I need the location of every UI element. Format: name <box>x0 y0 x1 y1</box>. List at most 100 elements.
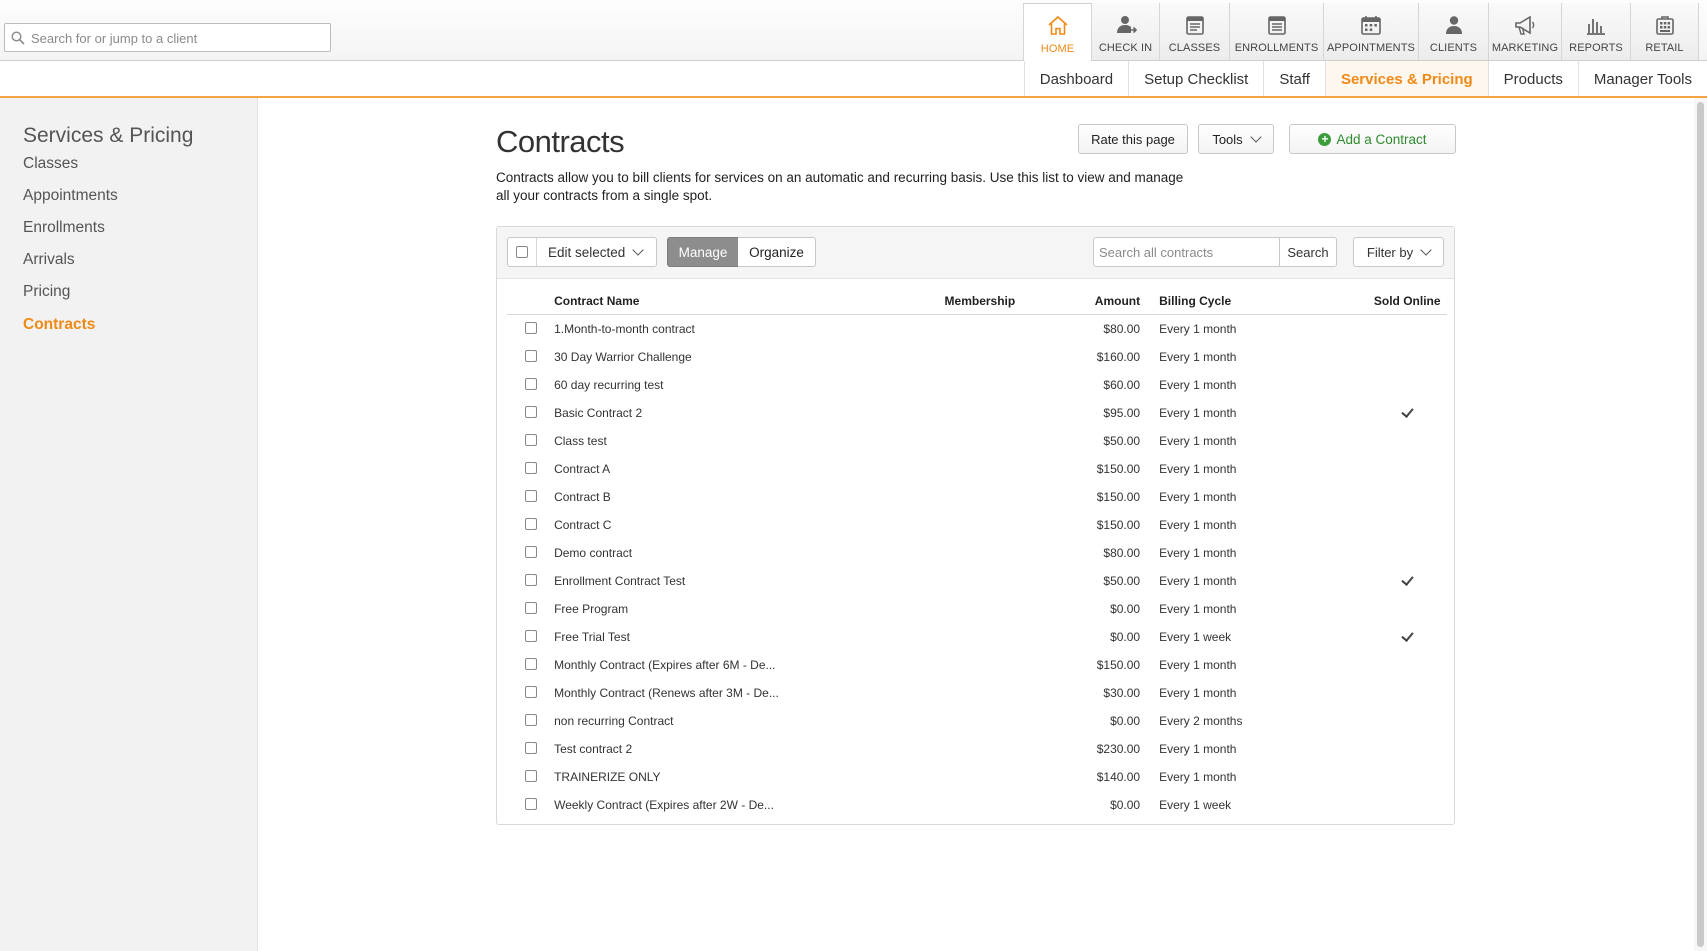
membership-header[interactable]: Membership <box>944 287 1050 315</box>
contract-name-cell[interactable]: Free Program <box>554 595 944 623</box>
sidebar-item-enrollments[interactable]: Enrollments <box>23 219 105 237</box>
client-search-input[interactable] <box>29 27 328 49</box>
table-row[interactable]: Test contract 2 $230.00 Every 1 month <box>507 735 1447 763</box>
table-row[interactable]: Contract C $150.00 Every 1 month <box>507 511 1447 539</box>
filter-by-dropdown[interactable]: Filter by <box>1353 237 1444 267</box>
row-checkbox[interactable] <box>524 517 537 530</box>
contract-name-cell[interactable]: 60 day recurring test <box>554 371 944 399</box>
contract-name-cell[interactable]: Contract B <box>554 483 944 511</box>
sidebar-item-classes[interactable]: Classes <box>23 155 78 173</box>
nav-clients[interactable]: CLIENTS <box>1418 3 1488 60</box>
organize-toggle[interactable]: Organize <box>738 237 816 267</box>
contract-name-cell[interactable]: non recurring Contract <box>554 707 944 735</box>
client-search[interactable] <box>4 23 331 52</box>
contract-name-cell[interactable]: 30 Day Warrior Challenge <box>554 343 944 371</box>
contract-name-cell[interactable]: Monthly Contract (Renews after 3M - De..… <box>554 679 944 707</box>
table-row[interactable]: Free Trial Test $0.00 Every 1 week <box>507 623 1447 651</box>
select-all-checkbox[interactable] <box>516 246 528 258</box>
table-row[interactable]: 60 day recurring test $60.00 Every 1 month <box>507 371 1447 399</box>
sold-online-cell <box>1367 651 1447 679</box>
nav-classes[interactable]: CLASSES <box>1159 3 1229 60</box>
page-scrollbar[interactable] <box>1694 98 1707 951</box>
table-row[interactable]: 1.Month-to-month contract $80.00 Every 1 m… <box>507 315 1447 344</box>
sidebar-item-contracts[interactable]: Contracts <box>23 316 95 334</box>
row-checkbox[interactable] <box>524 405 537 418</box>
contract-name-cell[interactable]: Contract A <box>554 455 944 483</box>
contract-name-cell[interactable]: Free Trial Test <box>554 623 944 651</box>
row-checkbox[interactable] <box>524 489 537 502</box>
add-contract-label: Add a Contract <box>1336 131 1427 147</box>
row-checkbox[interactable] <box>524 433 537 446</box>
contract-name-cell[interactable]: Class test <box>554 427 944 455</box>
nav-check-in[interactable]: CHECK IN <box>1091 3 1159 60</box>
organize-label: Organize <box>749 244 804 260</box>
row-checkbox[interactable] <box>524 769 537 782</box>
scrollbar-thumb[interactable] <box>1697 102 1704 947</box>
subnav-services-pricing[interactable]: Services & Pricing <box>1324 61 1488 97</box>
row-checkbox[interactable] <box>524 629 537 642</box>
rate-page-button[interactable]: Rate this page <box>1078 124 1188 154</box>
search-button[interactable]: Search <box>1279 237 1337 267</box>
table-row[interactable]: non recurring Contract $0.00 Every 2 month… <box>507 707 1447 735</box>
nav-reports[interactable]: REPORTS <box>1561 3 1630 60</box>
row-checkbox[interactable] <box>524 657 537 670</box>
sold-online-header[interactable]: Sold Online <box>1367 287 1447 315</box>
row-checkbox[interactable] <box>524 797 537 810</box>
contract-name-cell[interactable]: 1.Month-to-month contract <box>554 315 944 344</box>
table-row[interactable]: Weekly Contract (Expires after 2W - De..… <box>507 791 1447 819</box>
nav-appointments[interactable]: APPOINTMENTS <box>1323 3 1418 60</box>
manage-toggle[interactable]: Manage <box>667 237 739 267</box>
row-checkbox[interactable] <box>524 545 537 558</box>
tools-dropdown[interactable]: Tools <box>1198 124 1274 154</box>
nav-home[interactable]: HOME <box>1023 3 1091 61</box>
row-select-cell <box>507 735 554 763</box>
contract-name-cell[interactable]: Test contract 2 <box>554 735 944 763</box>
row-checkbox[interactable] <box>524 349 537 362</box>
table-row[interactable]: Demo contract $80.00 Every 1 month <box>507 539 1447 567</box>
row-checkbox[interactable] <box>524 573 537 586</box>
row-checkbox[interactable] <box>524 741 537 754</box>
subnav-manager-tools[interactable]: Manager Tools <box>1577 61 1707 97</box>
table-row[interactable]: Contract B $150.00 Every 1 month <box>507 483 1447 511</box>
contract-search-input[interactable] <box>1094 238 1271 266</box>
subnav-dashboard[interactable]: Dashboard <box>1023 61 1128 97</box>
table-row[interactable]: Monthly Contract (Renews after 3M - De..… <box>507 679 1447 707</box>
contract-name-cell[interactable]: Contract C <box>554 511 944 539</box>
nav-marketing[interactable]: MARKETING <box>1488 3 1561 60</box>
table-row[interactable]: Free Program $0.00 Every 1 month <box>507 595 1447 623</box>
nav-retail[interactable]: RETAIL <box>1630 3 1699 60</box>
edit-selected-dropdown[interactable]: Edit selected <box>507 237 657 267</box>
billing-cycle-header[interactable]: Billing Cycle <box>1159 287 1368 315</box>
row-checkbox[interactable] <box>524 321 537 334</box>
membership-cell <box>945 791 1050 819</box>
subnav-staff[interactable]: Staff <box>1263 61 1325 97</box>
row-checkbox[interactable] <box>524 685 537 698</box>
table-row[interactable]: 30 Day Warrior Challenge $160.00 Every 1 m… <box>507 343 1447 371</box>
table-row[interactable]: Monthly Contract (Expires after 6M - De.… <box>507 651 1447 679</box>
sidebar-item-arrivals[interactable]: Arrivals <box>23 251 75 269</box>
sidebar-item-pricing[interactable]: Pricing <box>23 283 70 301</box>
table-row[interactable]: TRAINERIZE ONLY $140.00 Every 1 month <box>507 763 1447 791</box>
add-contract-button[interactable]: + Add a Contract <box>1289 124 1456 154</box>
row-checkbox[interactable] <box>524 461 537 474</box>
sidebar-item-appointments[interactable]: Appointments <box>23 187 118 205</box>
nav-enrollments[interactable]: ENROLLMENTS <box>1229 3 1323 60</box>
row-checkbox[interactable] <box>524 713 537 726</box>
table-row[interactable]: Enrollment Contract Test $50.00 Every 1 mo… <box>507 567 1447 595</box>
amount-header[interactable]: Amount <box>1049 287 1160 315</box>
contract-name-header[interactable]: Contract Name <box>554 287 945 315</box>
row-checkbox[interactable] <box>524 377 537 390</box>
row-checkbox[interactable] <box>524 601 537 614</box>
contract-name-cell[interactable]: Enrollment Contract Test <box>554 567 944 595</box>
subnav-products[interactable]: Products <box>1487 61 1578 97</box>
contract-search[interactable] <box>1093 237 1280 267</box>
contract-name-cell[interactable]: TRAINERIZE ONLY <box>554 763 944 791</box>
table-row[interactable]: Basic Contract 2 $95.00 Every 1 month <box>507 399 1447 427</box>
contract-name-cell[interactable]: Demo contract <box>554 539 944 567</box>
contract-name-cell[interactable]: Weekly Contract (Expires after 2W - De..… <box>554 791 944 819</box>
subnav-setup-checklist[interactable]: Setup Checklist <box>1128 61 1263 97</box>
table-row[interactable]: Contract A $150.00 Every 1 month <box>507 455 1447 483</box>
contract-name-cell[interactable]: Monthly Contract (Expires after 6M - De.… <box>554 651 944 679</box>
table-row[interactable]: Class test $50.00 Every 1 month <box>507 427 1447 455</box>
contract-name-cell[interactable]: Basic Contract 2 <box>554 399 944 427</box>
